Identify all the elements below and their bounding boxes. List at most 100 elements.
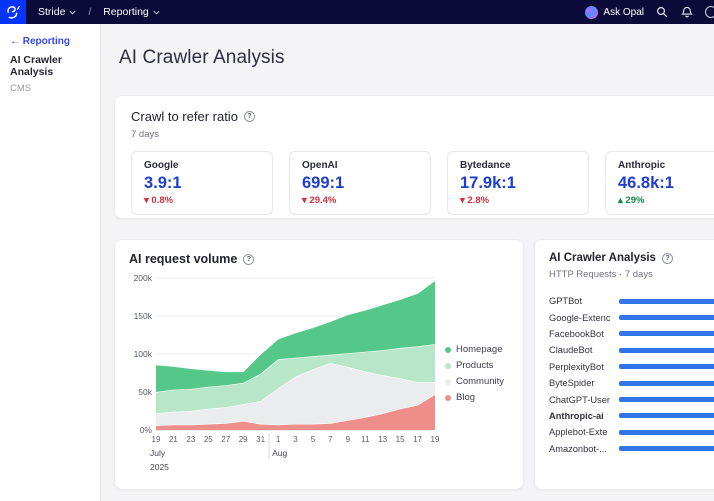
workspace-switcher-stride[interactable]: Stride xyxy=(38,6,76,18)
chevron-down-icon xyxy=(69,9,76,16)
legend-item-homepage[interactable]: Homepage xyxy=(445,344,504,355)
opal-avatar xyxy=(585,6,598,19)
ask-opal-button[interactable]: Ask Opal xyxy=(585,6,644,19)
metric-card-anthropic[interactable]: Anthropic 46.8k:1 ▴ 29% xyxy=(605,151,714,215)
x-tick-label: 17 xyxy=(413,435,422,444)
x-tick-label: 7 xyxy=(328,435,333,444)
sidebar-back-reporting-link[interactable]: ← Reporting xyxy=(10,36,92,47)
metric-label: OpenAI xyxy=(302,160,418,171)
help-icon[interactable]: ? xyxy=(662,253,673,264)
triangle-up-icon: ▴ xyxy=(618,195,623,206)
y-tick-label: 0% xyxy=(140,425,153,435)
crawler-row-chatgpt-user[interactable]: ChatGPT-User xyxy=(549,391,714,407)
metric-card-bytedance[interactable]: Bytedance 17.9k:1 ▾ 2.8% xyxy=(447,151,589,215)
crawler-label: Anthropic-ai xyxy=(549,411,613,421)
legend-label: Community xyxy=(456,376,504,387)
crawler-label: ByteSpider xyxy=(549,378,613,388)
legend-label: Homepage xyxy=(456,344,502,355)
x-tick-label: 27 xyxy=(221,435,230,444)
metric-value: 46.8k:1 xyxy=(618,174,714,193)
x-tick-label: 15 xyxy=(396,435,405,444)
chart-legend: Homepage Products Community Blog xyxy=(445,344,504,474)
x-tick-label: 5 xyxy=(311,435,316,444)
crawler-label: Amazonbot-... xyxy=(549,444,613,454)
x-tick-label: 19 xyxy=(152,435,161,444)
x-tick-label: 31 xyxy=(256,435,265,444)
crawler-bar xyxy=(619,299,714,304)
x-tick-label: 13 xyxy=(378,435,387,444)
crawler-row-applebot-exte[interactable]: Applebot-Exte xyxy=(549,424,714,440)
crawler-bar xyxy=(619,381,714,386)
crawler-bar xyxy=(619,364,714,369)
crawler-card-title: AI Crawler Analysis xyxy=(549,252,656,264)
metric-label: Bytedance xyxy=(460,160,576,171)
crawler-row-perplexitybot[interactable]: PerplexityBot xyxy=(549,359,714,375)
legend-dot xyxy=(445,395,451,401)
x-tick-label: 9 xyxy=(346,435,351,444)
metric-label: Anthropic xyxy=(618,160,714,171)
main-content: AI Crawler Analysis Crawl to refer ratio… xyxy=(101,24,714,501)
y-tick-label: 150k xyxy=(134,311,153,321)
crawler-card-subtitle: HTTP Requests · 7 days xyxy=(549,269,714,280)
legend-item-blog[interactable]: Blog xyxy=(445,392,504,403)
crawler-label: ChatGPT-User xyxy=(549,395,613,405)
y-tick-label: 50k xyxy=(138,387,152,397)
bell-icon[interactable] xyxy=(680,5,694,19)
crawler-bar xyxy=(619,413,714,418)
help-icon[interactable]: ? xyxy=(243,254,254,265)
nav-reporting-menu[interactable]: Reporting xyxy=(103,6,160,18)
legend-label: Products xyxy=(456,360,494,371)
x-tick-label: 21 xyxy=(169,435,178,444)
crawler-row-amazonbot-[interactable]: Amazonbot-... xyxy=(549,441,714,457)
volume-card-title: AI request volume xyxy=(129,252,237,266)
crawler-bar xyxy=(619,446,714,451)
crawler-row-google-extenc[interactable]: Google-Extenc xyxy=(549,309,714,325)
search-icon[interactable] xyxy=(655,5,669,19)
crawler-row-facebookbot[interactable]: FacebookBot xyxy=(549,326,714,342)
metric-delta: ▾ 0.8% xyxy=(144,195,260,206)
metric-card-openai[interactable]: OpenAI699:1▾ 29.4% xyxy=(289,151,431,215)
metric-delta: ▴ 29% xyxy=(618,195,714,206)
crawler-row-claudebot[interactable]: ClaudeBot xyxy=(549,342,714,358)
metric-value: 3.9:1 xyxy=(144,174,260,193)
metric-delta: ▾ 29.4% xyxy=(302,195,418,206)
triangle-down-icon: ▾ xyxy=(302,195,307,206)
legend-item-community[interactable]: Community xyxy=(445,376,504,387)
ai-request-volume-card: AI request volume ? 0%50k100k150k200k192… xyxy=(114,239,524,490)
triangle-down-icon: ▾ xyxy=(460,195,465,206)
month-label: Aug xyxy=(272,448,287,458)
help-icon[interactable]: ? xyxy=(244,111,255,122)
stacked-area-chart[interactable]: 0%50k100k150k200k19212325272931135791113… xyxy=(129,272,441,474)
ratio-card-range: 7 days xyxy=(131,129,714,140)
crawler-row-gptbot[interactable]: GPTBot xyxy=(549,293,714,309)
brand-label: Stride xyxy=(38,6,65,18)
crawler-label: Google-Extenc xyxy=(549,313,613,323)
crawler-row-anthropic-ai[interactable]: Anthropic-ai xyxy=(549,408,714,424)
metric-value: 17.9k:1 xyxy=(460,174,576,193)
x-tick-label: 25 xyxy=(204,435,213,444)
ratio-metrics-row: Google3.9:1▾ 0.8%OpenAI699:1▾ 29.4%Byted… xyxy=(131,151,714,215)
x-tick-label: 23 xyxy=(186,435,195,444)
crawler-label: Applebot-Exte xyxy=(549,427,613,437)
stride-logo[interactable] xyxy=(0,0,26,24)
top-bar: Stride / Reporting Ask Opal xyxy=(0,0,714,24)
help-icon-partial[interactable] xyxy=(705,6,714,18)
metric-card-google[interactable]: Google3.9:1▾ 0.8% xyxy=(131,151,273,215)
legend-dot xyxy=(445,363,451,369)
ratio-card-title: Crawl to refer ratio xyxy=(131,109,238,124)
x-tick-label: 29 xyxy=(239,435,248,444)
crawler-label: FacebookBot xyxy=(549,329,613,339)
y-tick-label: 200k xyxy=(134,273,153,283)
triangle-down-icon: ▾ xyxy=(144,195,149,206)
sidebar: ← Reporting AI Crawler Analysis CMS xyxy=(0,24,101,501)
crawl-to-refer-ratio-card: Crawl to refer ratio ? 7 days Google3.9:… xyxy=(114,95,714,219)
crawler-row-bytespider[interactable]: ByteSpider xyxy=(549,375,714,391)
legend-item-products[interactable]: Products xyxy=(445,360,504,371)
crawler-label: ClaudeBot xyxy=(549,345,613,355)
crawler-label: PerplexityBot xyxy=(549,362,613,372)
x-tick-label: 11 xyxy=(361,435,370,444)
month-label: July xyxy=(150,448,166,458)
sidebar-report-title: AI Crawler Analysis xyxy=(10,54,92,78)
metric-delta: ▾ 2.8% xyxy=(460,195,576,206)
legend-label: Blog xyxy=(456,392,475,403)
